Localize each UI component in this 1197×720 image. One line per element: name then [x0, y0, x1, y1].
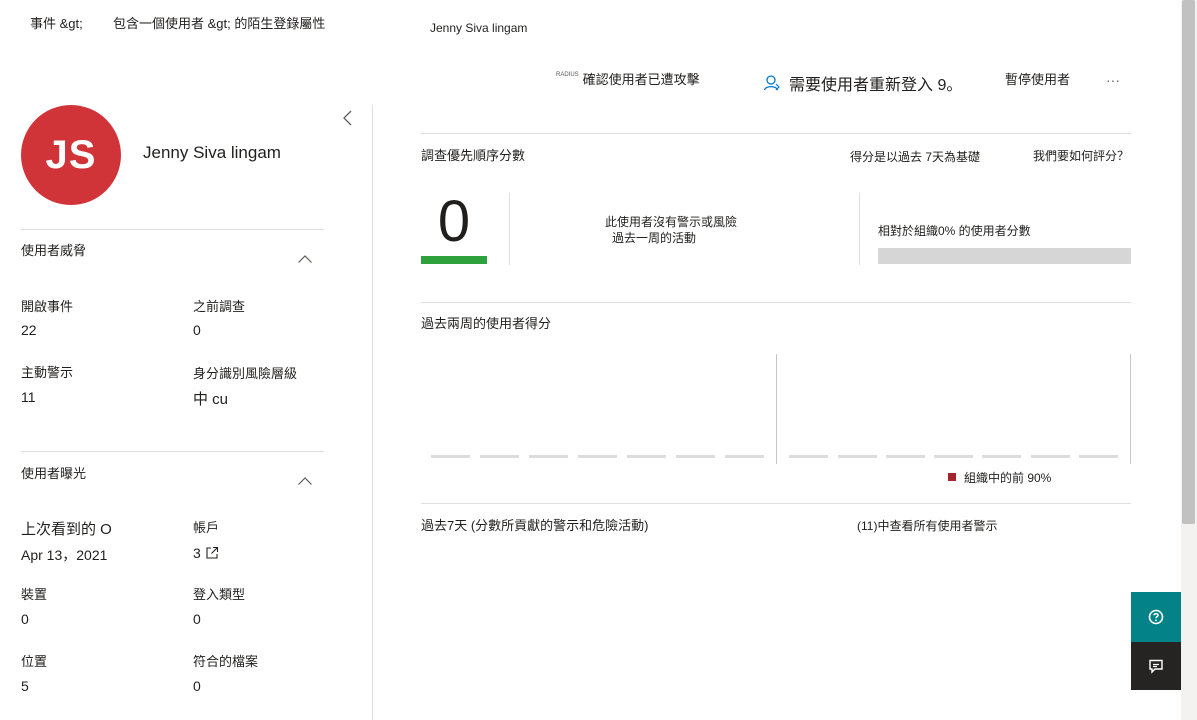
accounts-link[interactable]: 3 [193, 545, 219, 561]
threats-section-title: 使用者威脅 [21, 243, 87, 258]
chart-baseline-segment [838, 455, 877, 458]
chart-baseline-segment [431, 455, 470, 458]
divider [421, 302, 1131, 303]
legend-label: 組織中的前 90% [964, 471, 1052, 485]
confirm-tag: RADIUS [556, 72, 579, 78]
prev-investigations-value[interactable]: 0 [193, 322, 201, 338]
two-weeks-title: 過去兩周的使用者得分 [421, 316, 552, 331]
feedback-button[interactable] [1131, 642, 1181, 690]
chart-baseline-segment [1079, 455, 1118, 458]
matched-files-value[interactable]: 0 [193, 678, 201, 694]
chart-baseline-segment [578, 455, 617, 458]
how-we-score-link[interactable]: 我們要如何評分？ [1033, 148, 1129, 164]
help-icon [1148, 609, 1164, 625]
chart-baseline-segment [676, 455, 715, 458]
no-alerts-line2: 過去一周的活動 [612, 231, 697, 245]
last-seen-label: 上次看到的 O [21, 521, 112, 538]
scrollbar-thumb[interactable] [1182, 0, 1195, 524]
priority-score-title: 調查優先順序分數 [421, 148, 526, 163]
help-button[interactable] [1131, 592, 1181, 642]
chart-baseline-segment [934, 455, 973, 458]
accounts-value: 3 [193, 545, 201, 561]
legend-swatch [948, 473, 956, 481]
breadcrumb-incident-title[interactable]: 包含一個使用者 &gt; 的陌生登錄屬性 [113, 16, 325, 32]
exposure-section-title: 使用者曝光 [21, 466, 87, 481]
relative-score-label: 相對於組織0% 的使用者分數 [878, 224, 1031, 238]
prev-investigations-label: 之前調查 [193, 299, 246, 314]
chart-baseline-segment [529, 455, 568, 458]
last-seen-value: Apr 13，2021 [21, 547, 108, 563]
seven-days-title: 過去7天 (分數所貢獻的警示和危險活動) [421, 518, 649, 533]
divider [421, 503, 1131, 504]
identity-risk-value: 中 cu [193, 391, 229, 408]
divider [421, 133, 1131, 134]
priority-score-bar [421, 256, 487, 264]
breadcrumb-user: Jenny Siva lingam [430, 21, 528, 35]
user-name: Jenny Siva lingam [143, 143, 281, 162]
no-alerts-line1: 此使用者沒有警示或風險 [605, 215, 738, 229]
breadcrumb-incidents[interactable]: 事件 &gt; [30, 16, 83, 32]
devices-label: 裝置 [21, 587, 48, 602]
panel-divider [372, 105, 373, 720]
login-types-value[interactable]: 0 [193, 611, 201, 627]
divider [21, 451, 324, 452]
view-all-alerts-link[interactable]: (11)中查看所有使用者警示 [857, 518, 997, 534]
matched-files-label: 符合的檔案 [193, 654, 259, 669]
divider [509, 193, 510, 265]
chart-baseline-segment [886, 455, 925, 458]
more-actions-button[interactable]: ··· [1106, 72, 1120, 88]
chevron-up-icon[interactable] [298, 250, 312, 268]
require-reauth-label: 需要使用者重新登入 9。 [789, 77, 963, 94]
identity-risk-label: 身分識別風險層級 [193, 366, 298, 381]
collapse-panel-icon[interactable] [340, 110, 356, 126]
require-reauth-button[interactable]: 需要使用者重新登入 9。 [763, 71, 962, 95]
locations-value[interactable]: 5 [21, 678, 29, 694]
divider [21, 229, 324, 230]
priority-score-value: 0 [437, 189, 471, 254]
confirm-compromised-label: 確認使用者已遭攻擊 [582, 72, 700, 87]
chart-baseline-segment [982, 455, 1021, 458]
active-alerts-value[interactable]: 11 [21, 389, 36, 405]
active-alerts-label: 主動警示 [21, 365, 74, 380]
chart-baseline-segment [627, 455, 666, 458]
login-types-label: 登入類型 [193, 587, 246, 602]
open-incidents-label: 開啟事件 [21, 299, 74, 314]
feedback-icon [1149, 659, 1163, 674]
chart-baseline-segment [1031, 455, 1070, 458]
open-incidents-value[interactable]: 22 [21, 322, 37, 338]
chart-baseline-segment [789, 455, 828, 458]
open-external-icon [206, 546, 218, 559]
avatar: JS [21, 105, 121, 205]
user-sync-icon [763, 75, 780, 91]
suspend-user-button[interactable]: 暫停使用者 [1005, 72, 1070, 88]
accounts-label: 帳戶 [193, 520, 220, 535]
relative-score-bar [878, 248, 1131, 264]
score-basis-label: 得分是以過去 7天為基礎 [850, 150, 981, 164]
chevron-up-icon[interactable] [298, 472, 312, 490]
devices-value[interactable]: 0 [21, 611, 29, 627]
chart-baseline-segment [480, 455, 519, 458]
score-chart-area [776, 354, 1131, 464]
divider [859, 193, 860, 265]
chart-baseline-segment [725, 455, 764, 458]
confirm-compromised-button[interactable]: RADIUS 確認使用者已遭攻擊 [556, 72, 700, 88]
locations-label: 位置 [21, 654, 48, 669]
